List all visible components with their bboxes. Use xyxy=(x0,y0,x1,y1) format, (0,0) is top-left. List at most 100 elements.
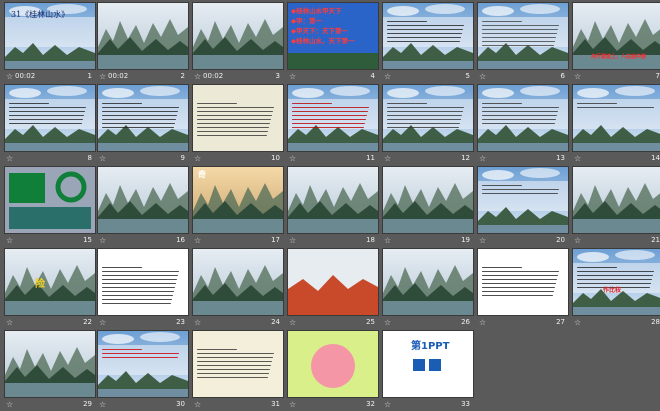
transition-icon[interactable]: ☆ xyxy=(99,235,106,246)
slide-thumbnail-13[interactable]: ☆ 13 xyxy=(478,85,568,165)
transition-icon[interactable]: ☆ xyxy=(479,153,486,164)
transition-icon[interactable]: ☆ xyxy=(99,317,106,328)
transition-icon[interactable]: ☆ xyxy=(99,399,106,410)
transition-icon[interactable]: ☆ xyxy=(384,317,391,328)
slide-thumbnail-2[interactable]: ☆ 00:02 2 xyxy=(98,3,188,83)
slide-preview[interactable] xyxy=(478,249,568,315)
slide-thumbnail-27[interactable]: ☆ 27 xyxy=(478,249,568,329)
slide-thumbnail-7[interactable]: 舟行碧波上，人在画中游 ☆ 7 xyxy=(573,3,660,83)
slide-thumbnail-31[interactable]: ☆ 31 xyxy=(193,331,283,411)
slide-thumbnail-9[interactable]: ☆ 9 xyxy=(98,85,188,165)
slide-preview[interactable] xyxy=(5,85,95,151)
slide-thumbnail-22[interactable]: 险 ☆ 22 xyxy=(5,249,95,329)
transition-icon[interactable]: ☆ xyxy=(6,399,13,410)
slide-thumbnail-33[interactable]: 第1PPT ☆ 33 xyxy=(383,331,473,411)
slide-preview[interactable] xyxy=(193,85,283,151)
slide-thumbnail-20[interactable]: ☆ 20 xyxy=(478,167,568,247)
transition-icon[interactable]: ☆ xyxy=(289,399,296,410)
transition-icon[interactable]: ☆ xyxy=(479,235,486,246)
slide-preview[interactable] xyxy=(288,85,378,151)
transition-icon[interactable]: ☆ xyxy=(574,317,581,328)
slide-preview[interactable] xyxy=(98,331,188,397)
transition-icon[interactable]: ☆ xyxy=(384,399,391,410)
slide-thumbnail-12[interactable]: ☆ 12 xyxy=(383,85,473,165)
transition-icon[interactable]: ☆ xyxy=(194,235,201,246)
transition-icon[interactable]: ☆ xyxy=(384,153,391,164)
transition-icon[interactable]: ☆ xyxy=(6,71,13,82)
transition-icon[interactable]: ☆ xyxy=(289,235,296,246)
slide-thumbnail-21[interactable]: ☆ 21 xyxy=(573,167,660,247)
transition-icon[interactable]: ☆ xyxy=(194,399,201,410)
transition-icon[interactable]: ☆ xyxy=(574,153,581,164)
transition-icon[interactable]: ☆ xyxy=(574,71,581,82)
slide-thumbnail-15[interactable]: ☆ 15 xyxy=(5,167,95,247)
transition-icon[interactable]: ☆ xyxy=(194,317,201,328)
slide-preview[interactable]: 舟行碧波上，人在画中游 xyxy=(573,3,660,69)
slide-preview[interactable] xyxy=(478,85,568,151)
slide-thumbnail-14[interactable]: ☆ 14 xyxy=(573,85,660,165)
slide-preview[interactable] xyxy=(98,167,188,233)
transition-icon[interactable]: ☆ xyxy=(289,317,296,328)
transition-icon[interactable]: ☆ xyxy=(194,71,201,82)
transition-icon[interactable]: ☆ xyxy=(384,71,391,82)
slide-preview[interactable] xyxy=(98,249,188,315)
slide-preview[interactable]: ◆桂林山水甲天下 ◆甲：第一 ◆甲天下：天下第一 ◆桂林山水，天下第一 xyxy=(288,3,378,69)
slide-preview[interactable] xyxy=(573,167,660,233)
slide-preview[interactable] xyxy=(383,249,473,315)
slide-preview[interactable]: 31《桂林山水》 xyxy=(5,3,95,69)
transition-icon[interactable]: ☆ xyxy=(6,153,13,164)
slide-preview[interactable]: 第1PPT xyxy=(383,331,473,397)
slide-thumbnail-11[interactable]: ☆ 11 xyxy=(288,85,378,165)
slide-thumbnail-23[interactable]: ☆ 23 xyxy=(98,249,188,329)
slide-thumbnail-4[interactable]: ◆桂林山水甲天下 ◆甲：第一 ◆甲天下：天下第一 ◆桂林山水，天下第一 ☆ 4 xyxy=(288,3,378,83)
slide-preview[interactable]: 险 xyxy=(5,249,95,315)
slide-thumbnail-19[interactable]: ☆ 19 xyxy=(383,167,473,247)
slide-thumbnail-26[interactable]: ☆ 26 xyxy=(383,249,473,329)
transition-icon[interactable]: ☆ xyxy=(479,317,486,328)
transition-icon[interactable]: ☆ xyxy=(194,153,201,164)
slide-preview[interactable] xyxy=(98,85,188,151)
slide-thumbnail-16[interactable]: ☆ 16 xyxy=(98,167,188,247)
slide-preview[interactable] xyxy=(5,331,95,397)
slide-preview[interactable] xyxy=(288,167,378,233)
transition-icon[interactable]: ☆ xyxy=(574,235,581,246)
slide-thumbnail-30[interactable]: ☆ 30 xyxy=(98,331,188,411)
slide-thumbnail-29[interactable]: ☆ 29 xyxy=(5,331,95,411)
slide-preview[interactable] xyxy=(288,331,378,397)
slide-thumbnail-17[interactable]: 奇 ☆ 17 xyxy=(193,167,283,247)
slide-preview[interactable] xyxy=(193,331,283,397)
slide-preview[interactable] xyxy=(193,249,283,315)
slide-thumbnail-24[interactable]: ☆ 24 xyxy=(193,249,283,329)
transition-icon[interactable]: ☆ xyxy=(479,71,486,82)
slide-preview[interactable]: 作比较 xyxy=(573,249,660,315)
transition-icon[interactable]: ☆ xyxy=(99,71,106,82)
slide-preview[interactable] xyxy=(478,167,568,233)
slide-thumbnail-10[interactable]: ☆ 10 xyxy=(193,85,283,165)
slide-timing: 00:02 xyxy=(108,72,129,80)
transition-icon[interactable]: ☆ xyxy=(289,153,296,164)
slide-preview[interactable] xyxy=(383,85,473,151)
slide-preview[interactable] xyxy=(383,167,473,233)
transition-icon[interactable]: ☆ xyxy=(289,71,296,82)
slide-preview[interactable] xyxy=(478,3,568,69)
transition-icon[interactable]: ☆ xyxy=(6,317,13,328)
transition-icon[interactable]: ☆ xyxy=(384,235,391,246)
slide-thumbnail-25[interactable]: ☆ 25 xyxy=(288,249,378,329)
slide-preview[interactable] xyxy=(5,167,95,233)
transition-icon[interactable]: ☆ xyxy=(99,153,106,164)
slide-preview[interactable] xyxy=(383,3,473,69)
slide-thumbnail-28[interactable]: 作比较 ☆ 28 xyxy=(573,249,660,329)
slide-preview[interactable]: 奇 xyxy=(193,167,283,233)
slide-thumbnail-1[interactable]: 31《桂林山水》 ☆ 00:02 1 xyxy=(5,3,95,83)
slide-preview[interactable] xyxy=(193,3,283,69)
slide-preview[interactable] xyxy=(288,249,378,315)
transition-icon[interactable]: ☆ xyxy=(6,235,13,246)
slide-thumbnail-18[interactable]: ☆ 18 xyxy=(288,167,378,247)
slide-thumbnail-8[interactable]: ☆ 8 xyxy=(5,85,95,165)
slide-thumbnail-5[interactable]: ☆ 5 xyxy=(383,3,473,83)
slide-thumbnail-32[interactable]: ☆ 32 xyxy=(288,331,378,411)
slide-preview[interactable] xyxy=(573,85,660,151)
slide-thumbnail-3[interactable]: ☆ 00:02 3 xyxy=(193,3,283,83)
slide-preview[interactable] xyxy=(98,3,188,69)
slide-thumbnail-6[interactable]: ☆ 6 xyxy=(478,3,568,83)
